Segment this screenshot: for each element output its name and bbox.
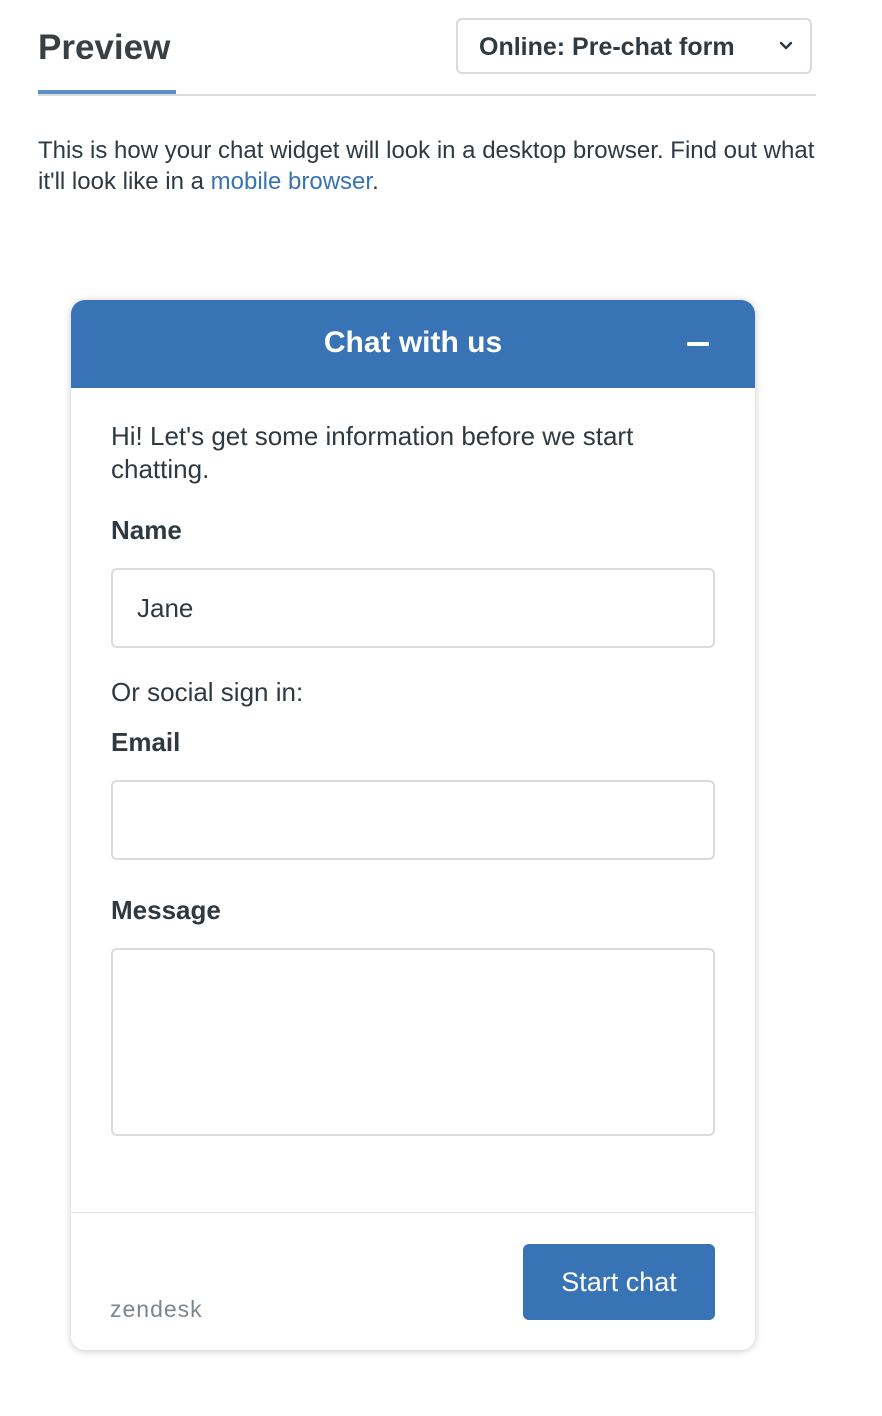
- name-label: Name: [111, 515, 182, 545]
- chevron-down-icon: [779, 41, 793, 50]
- message-field[interactable]: [111, 948, 715, 1136]
- preview-header: Preview Online: Pre-chat form: [38, 0, 816, 96]
- email-field[interactable]: [111, 780, 715, 860]
- social-sign-in-text: Or social sign in:: [111, 677, 304, 707]
- widget-state-select[interactable]: Online: Pre-chat form: [456, 18, 812, 74]
- chat-widget-header: Chat with us: [71, 300, 755, 388]
- minimize-button[interactable]: [675, 324, 719, 364]
- start-chat-button[interactable]: Start chat: [523, 1244, 715, 1320]
- minimize-icon: [687, 342, 709, 346]
- mobile-browser-link[interactable]: mobile browser: [211, 168, 372, 195]
- greeting-text: Hi! Let's get some information before we…: [111, 421, 634, 484]
- tab-active-indicator: [38, 90, 176, 94]
- chat-widget-title: Chat with us: [323, 326, 503, 359]
- description-period: .: [372, 168, 379, 195]
- chat-widget: Chat with us Hi! Let's get some informat…: [71, 300, 755, 1350]
- message-label: Message: [111, 895, 221, 925]
- preview-description: This is how your chat widget will look i…: [38, 135, 828, 197]
- name-field[interactable]: [111, 568, 715, 648]
- widget-state-select-value: Online: Pre-chat form: [479, 33, 735, 61]
- email-label: Email: [111, 727, 181, 757]
- chat-widget-footer: zendesk Start chat: [71, 1212, 755, 1350]
- description-text: This is how your chat widget will look i…: [38, 137, 815, 195]
- zendesk-logo: zendesk: [110, 1296, 203, 1322]
- tab-preview[interactable]: Preview: [38, 26, 170, 92]
